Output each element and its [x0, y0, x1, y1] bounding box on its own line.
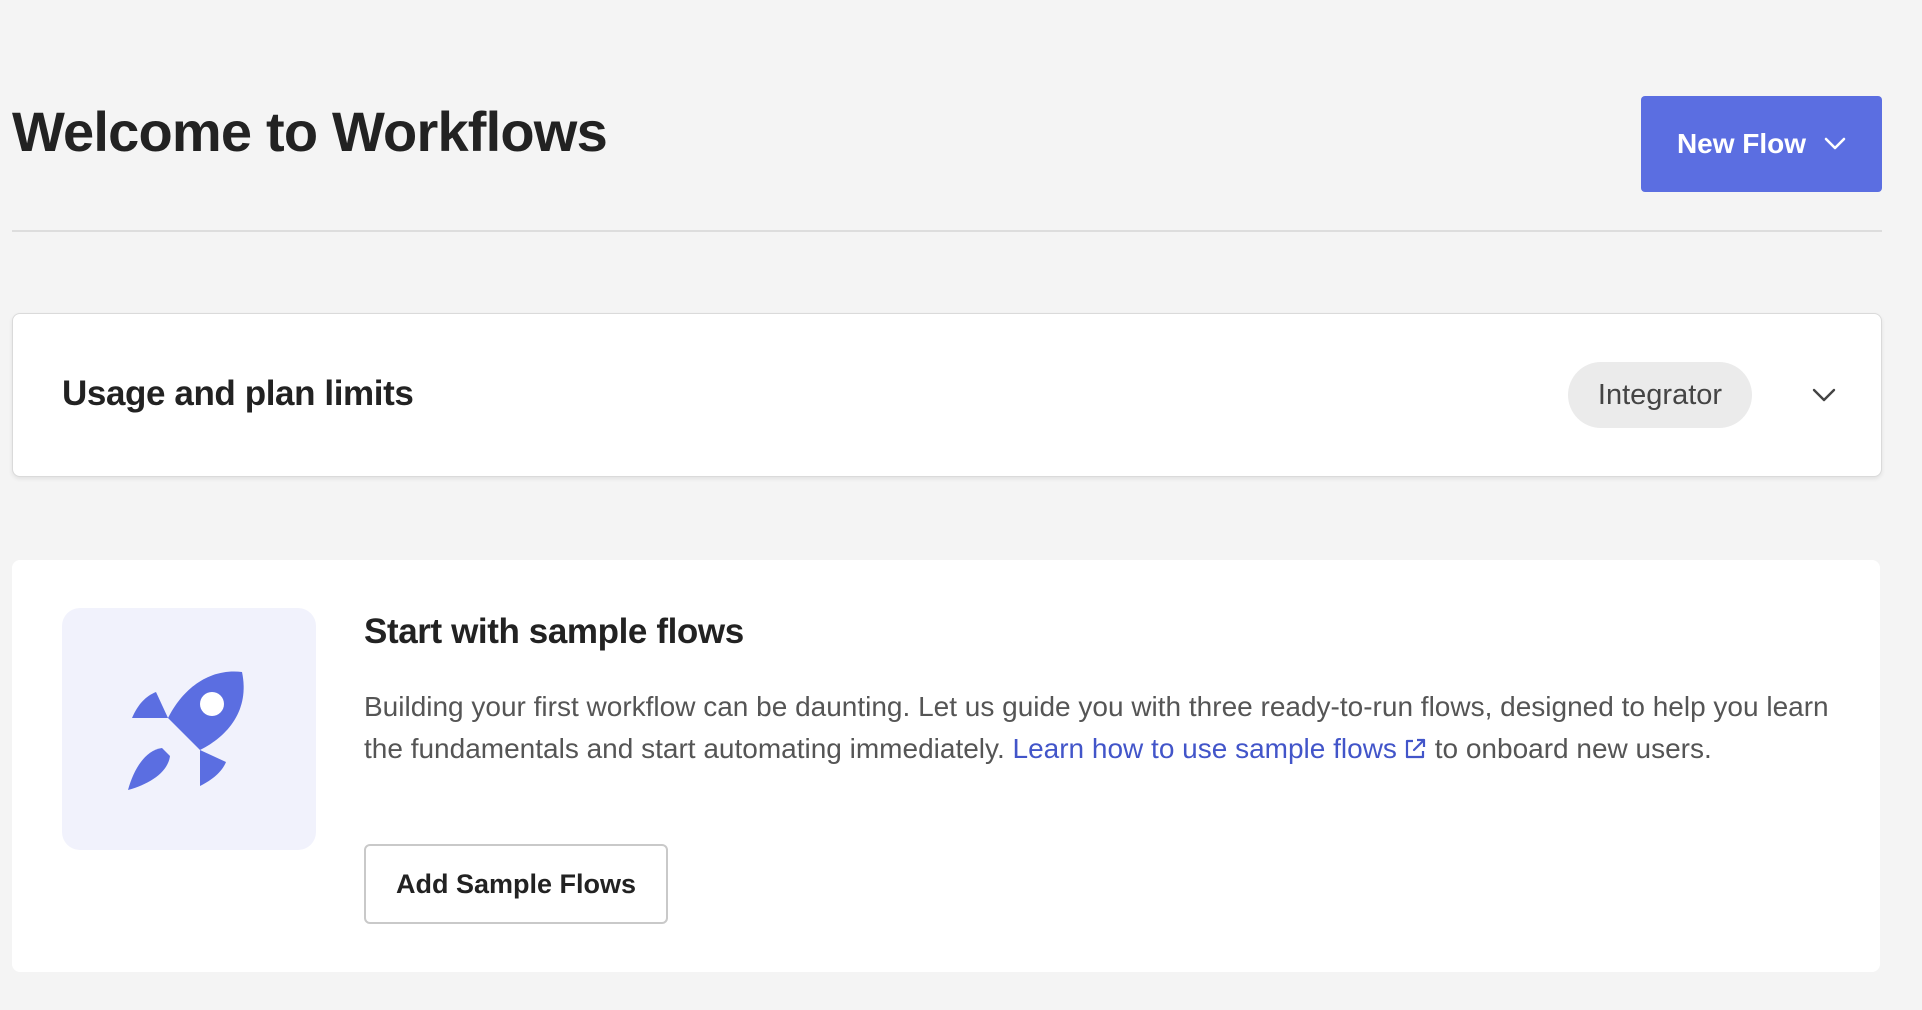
- plan-badge: Integrator: [1568, 362, 1752, 428]
- page-header: Welcome to Workflows New Flow: [12, 96, 1882, 192]
- rocket-icon: [128, 671, 244, 790]
- learn-sample-flows-link[interactable]: Learn how to use sample flows: [1013, 733, 1427, 764]
- sample-flows-description: Building your first workflow can be daun…: [364, 686, 1844, 770]
- add-sample-flows-button[interactable]: Add Sample Flows: [364, 844, 668, 924]
- usage-expand-toggle[interactable]: [1801, 372, 1847, 418]
- learn-link-label: Learn how to use sample flows: [1012, 733, 1397, 764]
- header-divider: [12, 230, 1882, 232]
- chevron-down-icon: [1812, 388, 1836, 402]
- usage-plan-card: Usage and plan limits Integrator: [12, 313, 1882, 477]
- new-flow-label: New Flow: [1676, 128, 1807, 159]
- rocket-tile: [62, 608, 316, 850]
- chevron-down-icon: [1824, 137, 1846, 150]
- sample-flows-title: Start with sample flows: [364, 612, 744, 651]
- description-text-end: to onboard new users.: [1426, 733, 1712, 764]
- external-link-icon: [1405, 738, 1426, 759]
- page-title: Welcome to Workflows: [12, 100, 608, 163]
- sample-flows-card: Start with sample flows Building your fi…: [12, 560, 1880, 972]
- new-flow-button[interactable]: New Flow: [1641, 96, 1882, 192]
- usage-title: Usage and plan limits: [62, 374, 414, 413]
